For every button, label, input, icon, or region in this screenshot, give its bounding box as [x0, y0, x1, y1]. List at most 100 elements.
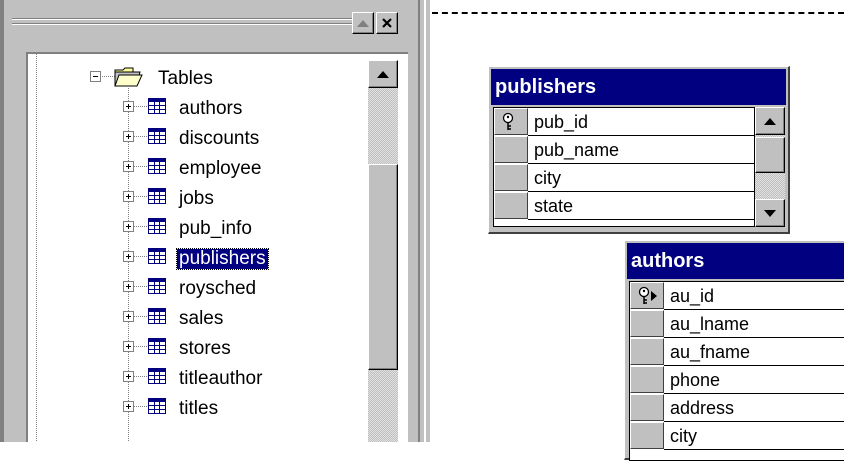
tree-item-label: authors	[179, 98, 243, 119]
column-name: au_fname	[670, 342, 751, 362]
column-row-address[interactable]: address	[630, 394, 844, 422]
pane-splitter[interactable]	[418, 0, 430, 442]
expand-toggle-icon[interactable]	[123, 161, 134, 172]
tree-item-label: discounts	[179, 128, 260, 149]
expand-toggle-icon[interactable]	[123, 221, 134, 232]
table-icon	[148, 98, 166, 114]
expand-toggle-icon[interactable]	[123, 131, 134, 142]
row-selector[interactable]	[630, 422, 664, 449]
diagram-table-publishers[interactable]: publishers pub_id pub_namecity state	[488, 66, 790, 234]
maximize-pane-button[interactable]	[352, 12, 374, 34]
tree-item-titleauthor[interactable]: titleauthor	[28, 364, 368, 394]
row-selector[interactable]	[630, 338, 664, 365]
column-row-pub-name[interactable]: pub_name	[494, 136, 754, 164]
scroll-up-button[interactable]	[755, 107, 785, 135]
tree-folder-tables[interactable]: Tables	[28, 64, 368, 94]
tree-item-publishers[interactable]: publishers	[28, 244, 368, 274]
tree-folder-label: Tables	[158, 68, 213, 89]
table-title[interactable]: publishers	[491, 69, 786, 105]
column-row-city[interactable]: city	[630, 422, 844, 450]
tree-item-label: stores	[179, 338, 231, 359]
row-selector[interactable]	[630, 310, 664, 337]
column-name: address	[670, 398, 735, 418]
tree-connector	[132, 226, 148, 227]
column-row-state[interactable]: state	[494, 192, 754, 220]
column-row-au-fname[interactable]: au_fname	[630, 338, 844, 366]
diagram-table-authors[interactable]: authors au_id au_lname au_fnamephone addres…	[624, 240, 844, 461]
tree-item-stores[interactable]: stores	[28, 334, 368, 364]
row-selector[interactable]	[630, 282, 664, 309]
arrow-up-icon	[764, 117, 776, 125]
column-name: au_lname	[670, 314, 750, 334]
column-name: au_id	[670, 286, 715, 306]
row-selector[interactable]	[630, 394, 664, 421]
column-row-au-lname[interactable]: au_lname	[630, 310, 844, 338]
expand-toggle-icon[interactable]	[123, 101, 134, 112]
tree-scrollbar[interactable]	[368, 60, 398, 442]
page-boundary-line	[432, 12, 844, 14]
column-name: city	[534, 168, 561, 188]
tree-item-label: employee	[179, 158, 262, 179]
tree-connector	[132, 166, 148, 167]
table-icon	[148, 338, 166, 354]
grip-line	[12, 24, 352, 25]
column-name: pub_name	[534, 140, 620, 160]
expand-toggle-icon[interactable]	[123, 341, 134, 352]
object-tree-pane: Tables authors discounts employee jobs pub_i…	[0, 0, 430, 442]
column-name: city	[670, 426, 697, 446]
scroll-down-button[interactable]	[755, 199, 785, 227]
tree-connector	[132, 136, 148, 137]
close-icon	[382, 18, 392, 28]
tree-connector	[132, 316, 148, 317]
table-icon	[148, 368, 166, 384]
column-row-city[interactable]: city	[494, 164, 754, 192]
tree-item-authors[interactable]: authors	[28, 94, 368, 124]
tree-item-label: pub_info	[179, 218, 252, 239]
table-scrollbar[interactable]	[755, 107, 785, 227]
tree-connector	[132, 376, 148, 377]
column-name: state	[534, 196, 574, 216]
tree-item-label: publishers	[176, 248, 269, 270]
tree-item-discounts[interactable]: discounts	[28, 124, 368, 154]
scroll-up-button[interactable]	[368, 60, 398, 88]
expand-toggle-icon[interactable]	[123, 371, 134, 382]
column-row-pub-id[interactable]: pub_id	[494, 108, 754, 136]
tree-item-pub-info[interactable]: pub_info	[28, 214, 368, 244]
close-pane-button[interactable]	[376, 12, 398, 34]
tree-item-titles[interactable]: titles	[28, 394, 368, 424]
row-selector[interactable]	[494, 108, 528, 135]
row-selector[interactable]	[494, 192, 528, 219]
row-selector[interactable]	[494, 164, 528, 191]
table-title[interactable]: authors	[627, 243, 844, 279]
folder-open-icon	[114, 67, 143, 87]
column-row-au-id[interactable]: au_id	[630, 282, 844, 310]
expand-toggle-icon[interactable]	[123, 311, 134, 322]
collapse-toggle-icon[interactable]	[90, 71, 101, 82]
pane-left-border	[0, 0, 4, 442]
tree-item-sales[interactable]: sales	[28, 304, 368, 334]
table-icon	[148, 218, 166, 234]
tree-item-employee[interactable]: employee	[28, 154, 368, 184]
tree-item-jobs[interactable]: jobs	[28, 184, 368, 214]
expand-toggle-icon[interactable]	[123, 401, 134, 412]
tree-connector	[132, 106, 148, 107]
expand-toggle-icon[interactable]	[123, 191, 134, 202]
tree-item-label: jobs	[179, 188, 214, 209]
table-icon	[148, 308, 166, 324]
tree-item-roysched[interactable]: roysched	[28, 274, 368, 304]
tree-item-label: roysched	[179, 278, 257, 299]
tree-connector	[132, 196, 148, 197]
expand-toggle-icon[interactable]	[123, 251, 134, 262]
expand-toggle-icon[interactable]	[123, 281, 134, 292]
table-icon	[148, 398, 166, 414]
table-icon	[148, 278, 166, 294]
column-name: pub_id	[534, 112, 589, 132]
arrow-up-icon	[377, 70, 389, 78]
tree-view[interactable]: Tables authors discounts employee jobs pub_i…	[26, 52, 408, 442]
table-icon	[148, 248, 166, 264]
scroll-thumb[interactable]	[368, 164, 398, 370]
scroll-thumb[interactable]	[755, 137, 785, 173]
column-row-phone[interactable]: phone	[630, 366, 844, 394]
row-selector[interactable]	[494, 136, 528, 163]
row-selector[interactable]	[630, 366, 664, 393]
